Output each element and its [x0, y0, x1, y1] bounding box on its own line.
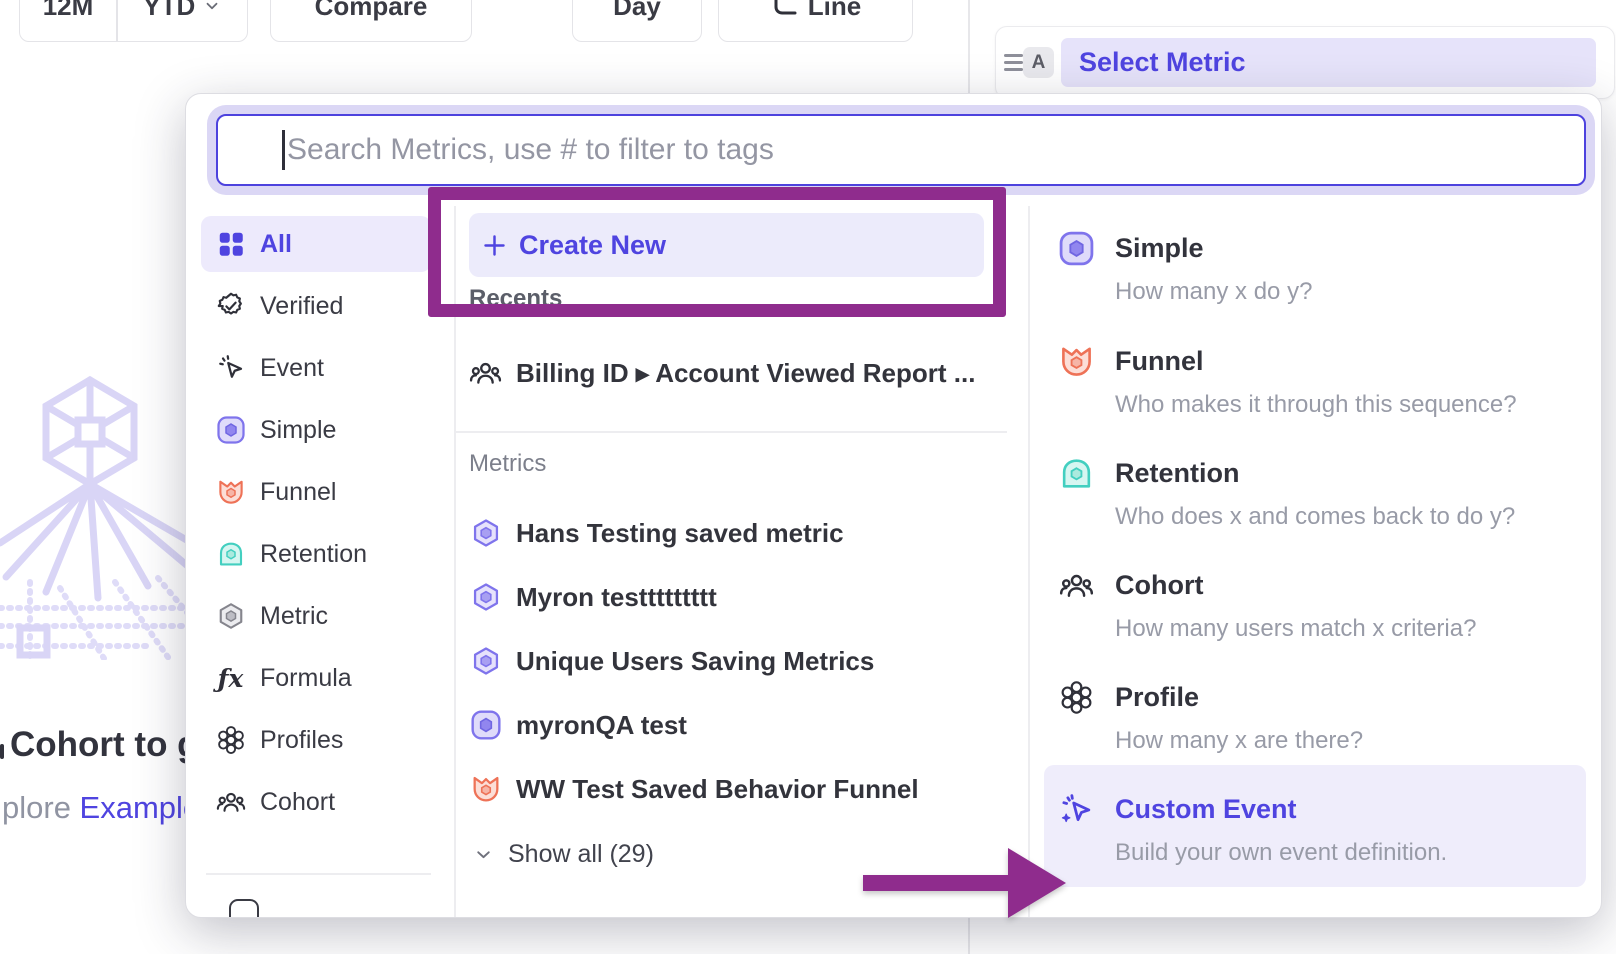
range-12m-button[interactable]: 12M	[20, 0, 116, 41]
custom-event-icon	[1057, 790, 1095, 828]
metric-type-simple[interactable]: Simple How many x do y?	[1044, 222, 1586, 322]
show-all-button[interactable]: Show all (29)	[473, 832, 654, 876]
section-divider	[456, 431, 1007, 433]
funnel-icon	[469, 773, 502, 806]
granularity-day-button[interactable]: Day	[572, 0, 702, 42]
chevron-down-icon	[203, 0, 221, 15]
search-input[interactable]	[216, 114, 1586, 186]
simple-metric-icon	[469, 709, 502, 742]
panel-divider	[968, 916, 970, 954]
line-chart-icon	[770, 0, 798, 20]
drag-handle-icon[interactable]	[1004, 54, 1023, 71]
cohort-people-icon	[469, 357, 502, 390]
metric-type-cohort[interactable]: Cohort How many users match x criteria?	[1044, 559, 1586, 659]
sidebar-item-formula[interactable]: ƒx Formula	[201, 650, 431, 706]
empty-state-subtitle-fragment: plore Example	[2, 790, 200, 826]
select-metric-button[interactable]: Select Metric	[1061, 38, 1596, 87]
range-ytd-label: YTD	[143, 0, 195, 22]
sidebar-divider	[206, 873, 431, 875]
list-item-saved-metric[interactable]: Myron testtttttttt	[469, 569, 1009, 625]
app-window: 12M YTD Compare Day Line	[0, 0, 1616, 954]
column-divider	[1028, 206, 1030, 917]
retention-icon	[215, 539, 246, 570]
metric-selector-card: A Select Metric	[995, 26, 1615, 99]
hexagon-metric-gray-icon	[215, 601, 246, 632]
annotation-highlight-box	[428, 187, 1006, 317]
sidebar-item-verified[interactable]: Verified	[201, 278, 431, 334]
hexagon-metric-icon	[469, 645, 502, 678]
metric-type-profile[interactable]: Profile How many x are there?	[1044, 671, 1586, 771]
hexagon-metric-icon	[469, 581, 502, 614]
profiles-flower-icon	[215, 725, 246, 756]
partial-icon	[229, 899, 259, 918]
funnel-icon	[1057, 342, 1095, 380]
line-label: Line	[808, 0, 861, 22]
range-12m-label: 12M	[43, 0, 94, 22]
date-range-control: 12M YTD	[19, 0, 248, 42]
select-metric-label: Select Metric	[1079, 47, 1246, 78]
sidebar-item-all[interactable]: All	[201, 216, 431, 272]
retention-icon	[1057, 454, 1095, 492]
sidebar-item-retention[interactable]: Retention	[201, 526, 431, 582]
sidebar-item-event[interactable]: Event	[201, 340, 431, 396]
profiles-flower-icon	[1057, 678, 1095, 716]
panel-divider	[968, 0, 970, 93]
metric-type-retention[interactable]: Retention Who does x and comes back to d…	[1044, 447, 1586, 547]
metric-type-funnel[interactable]: Funnel Who makes it through this sequenc…	[1044, 335, 1586, 435]
list-item-saved-metric[interactable]: myronQA test	[469, 697, 1009, 753]
clipped-letter	[0, 744, 4, 759]
arrow-head	[1008, 848, 1066, 918]
cohort-people-icon	[1057, 566, 1095, 604]
metrics-header: Metrics	[469, 450, 546, 478]
recent-item[interactable]: Billing ID ▸ Account Viewed Report ...	[469, 345, 1009, 401]
compare-label: Compare	[315, 0, 428, 22]
sidebar-item-simple[interactable]: Simple	[201, 402, 431, 458]
simple-metric-icon	[1057, 229, 1095, 267]
list-item-saved-metric[interactable]: WW Test Saved Behavior Funnel	[469, 761, 1009, 817]
wireframe-cube-illustration	[0, 330, 190, 660]
sidebar-item-profiles[interactable]: Profiles	[201, 712, 431, 768]
simple-metric-icon	[215, 415, 246, 446]
series-a-badge: A	[1023, 47, 1054, 78]
list-item-saved-metric[interactable]: Hans Testing saved metric	[469, 505, 1009, 561]
formula-icon: ƒx	[215, 663, 246, 694]
arrow-shaft	[863, 875, 1010, 891]
cohort-people-icon	[215, 787, 246, 818]
grid-icon	[215, 229, 246, 260]
funnel-icon	[215, 477, 246, 508]
range-ytd-button[interactable]: YTD	[118, 0, 248, 41]
example-link[interactable]: Example	[80, 790, 201, 825]
day-label: Day	[613, 0, 661, 22]
verified-badge-icon	[215, 291, 246, 322]
metric-type-custom-event[interactable]: Custom Event Build your own event defini…	[1044, 783, 1586, 883]
hexagon-metric-icon	[469, 517, 502, 550]
text-caret	[282, 130, 285, 170]
sidebar-item-cohort[interactable]: Cohort	[201, 774, 431, 830]
event-cursor-icon	[215, 353, 246, 384]
sidebar-item-metric[interactable]: Metric	[201, 588, 431, 644]
compare-button[interactable]: Compare	[270, 0, 472, 42]
chevron-down-icon	[473, 844, 494, 865]
chart-type-line-button[interactable]: Line	[718, 0, 913, 42]
list-item-saved-metric[interactable]: Unique Users Saving Metrics	[469, 633, 1009, 689]
sidebar-item-funnel[interactable]: Funnel	[201, 464, 431, 520]
